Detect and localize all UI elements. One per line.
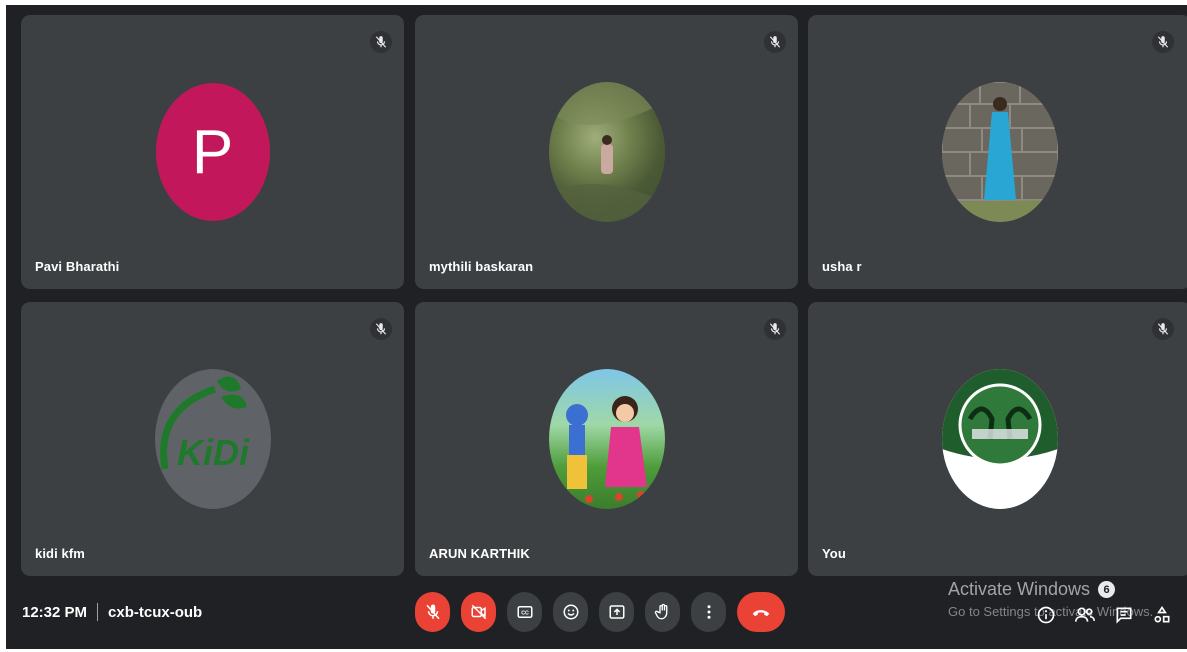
present-button[interactable] <box>599 592 634 632</box>
avatar <box>548 82 665 222</box>
muted-mic-icon <box>764 31 786 53</box>
camera-toggle-button[interactable] <box>461 592 496 632</box>
meeting-details-button[interactable] <box>1036 605 1056 630</box>
people-count-badge: 6 <box>1098 581 1116 598</box>
activities-icon <box>1154 605 1170 623</box>
meeting-time: 12:32 PM <box>22 603 88 621</box>
present-icon <box>609 605 624 619</box>
more-options-button[interactable] <box>691 592 726 632</box>
raise-hand-button[interactable] <box>645 592 680 632</box>
avatar: KiDi <box>154 369 271 509</box>
avatar <box>941 82 1058 222</box>
participant-tile[interactable]: ARUN KARTHIK <box>415 302 798 576</box>
activities-button[interactable] <box>1152 605 1172 630</box>
participant-tile[interactable]: usha r <box>808 15 1187 289</box>
participant-tile[interactable]: mythili baskaran <box>415 15 798 289</box>
avatar <box>548 369 665 509</box>
muted-mic-icon <box>370 31 392 53</box>
call-controls: CC <box>415 592 785 632</box>
kidi-logo-text: KiDi <box>177 432 250 473</box>
participant-tile[interactable]: You <box>808 302 1187 576</box>
right-toolbar <box>1036 605 1172 630</box>
muted-mic-icon <box>370 318 392 340</box>
emoji-icon <box>563 604 578 620</box>
meeting-info: 12:32 PM cxb-tcux-oub <box>22 603 202 621</box>
more-options-icon <box>707 605 710 619</box>
meeting-code[interactable]: cxb-tcux-oub <box>108 604 202 621</box>
avatar: P <box>155 83 270 221</box>
participant-name: Pavi Bharathi <box>35 259 120 274</box>
watermark-title: Activate Windows <box>948 579 1091 599</box>
participant-name: mythili baskaran <box>429 259 534 274</box>
mic-off-icon <box>425 604 440 620</box>
divider <box>97 603 99 621</box>
participant-tile[interactable]: P Pavi Bharathi <box>21 15 404 289</box>
people-icon <box>1075 607 1095 622</box>
people-button[interactable] <box>1074 605 1096 630</box>
muted-mic-icon <box>1152 318 1174 340</box>
captions-icon: CC <box>517 606 532 618</box>
participant-name: You <box>822 546 846 561</box>
mic-toggle-button[interactable] <box>415 592 450 632</box>
muted-mic-icon <box>1152 31 1174 53</box>
raise-hand-icon <box>654 603 667 620</box>
avatar <box>941 369 1058 509</box>
info-icon <box>1037 606 1055 624</box>
camera-off-icon <box>471 604 486 620</box>
participant-name: ARUN KARTHIK <box>429 546 530 561</box>
meeting-window: P Pavi Bharathi mythili baskaran usha r … <box>6 5 1187 649</box>
muted-mic-icon <box>764 318 786 340</box>
end-call-button[interactable] <box>737 592 785 632</box>
svg-text:CC: CC <box>521 611 529 617</box>
chat-button[interactable] <box>1114 605 1134 630</box>
emoji-button[interactable] <box>553 592 588 632</box>
captions-button[interactable]: CC <box>507 592 542 632</box>
participant-name: usha r <box>822 259 862 274</box>
chat-icon <box>1116 607 1132 624</box>
participant-name: kidi kfm <box>35 546 85 561</box>
end-call-icon <box>752 610 770 617</box>
participant-tile[interactable]: KiDi kidi kfm <box>21 302 404 576</box>
